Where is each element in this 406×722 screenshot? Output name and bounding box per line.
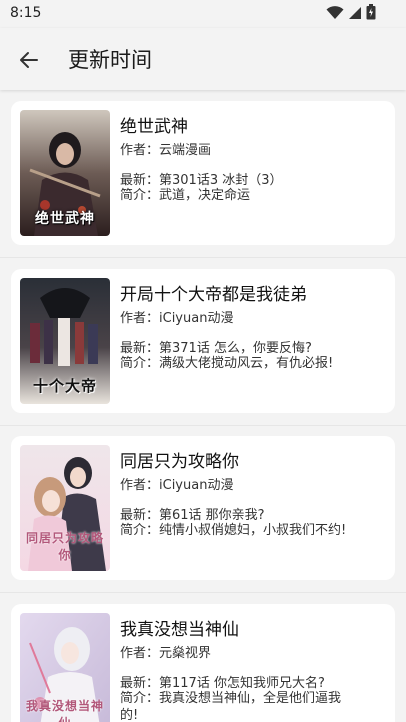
comic-latest: 最新：第117话 你怎知我师兄大名? xyxy=(120,676,325,691)
divider xyxy=(0,257,406,258)
comic-card[interactable]: 十个大帝 开局十个大帝都是我徒弟 作者：iCiyuan动漫 最新：第371话 怎… xyxy=(11,269,395,413)
divider xyxy=(0,592,406,593)
comic-author: 作者：元燊视界 xyxy=(120,646,212,661)
comic-title: 同居只为攻略你 xyxy=(120,452,239,472)
comic-summary: 简介：武道，决定命运 xyxy=(120,188,251,203)
comic-author: 作者：云端漫画 xyxy=(120,143,212,158)
cover-text: 同居只为攻略你 xyxy=(25,531,104,562)
comic-list: 绝世武神 绝世武神 作者：云端漫画 最新：第301话3 冰封（3） 简介：武道，… xyxy=(0,90,406,722)
comic-latest: 最新：第61话 那你亲我? xyxy=(120,508,265,523)
comic-author: 作者：iCiyuan动漫 xyxy=(120,478,234,493)
comic-title: 绝世武神 xyxy=(120,117,188,137)
comic-title: 我真没想当神仙 xyxy=(120,620,239,640)
comic-cover: 同居只为攻略你 xyxy=(20,445,110,571)
wifi-icon xyxy=(326,5,344,24)
status-bar: 8:15 xyxy=(0,0,406,28)
comic-summary: 简介：纯情小叔俏媳妇，小叔我们不约! xyxy=(120,523,347,538)
status-time: 8:15 xyxy=(10,5,42,21)
back-button[interactable] xyxy=(14,45,44,75)
cover-text: 十个大帝 xyxy=(32,377,97,395)
comic-card[interactable]: 绝世武神 绝世武神 作者：云端漫画 最新：第301话3 冰封（3） 简介：武道，… xyxy=(11,101,395,245)
comic-cover: 十个大帝 xyxy=(20,278,110,404)
app-bar: 更新时间 xyxy=(0,28,406,90)
comic-latest: 最新：第371话 怎么，你要反悔? xyxy=(120,341,312,356)
comic-card[interactable]: 我真没想当神仙 我真没想当神仙 作者：元燊视界 最新：第117话 你怎知我师兄大… xyxy=(11,604,395,722)
back-arrow-icon xyxy=(20,52,38,68)
comic-author: 作者：iCiyuan动漫 xyxy=(120,311,234,326)
comic-title: 开局十个大帝都是我徒弟 xyxy=(120,285,307,305)
divider xyxy=(0,425,406,426)
page-title: 更新时间 xyxy=(68,48,152,72)
status-icons xyxy=(326,4,376,24)
battery-icon xyxy=(366,4,376,24)
comic-cover: 我真没想当神仙 xyxy=(20,613,110,722)
comic-latest: 最新：第301话3 冰封（3） xyxy=(120,173,283,188)
cover-text: 我真没想当神仙 xyxy=(25,699,104,722)
comic-summary: 简介：满级大佬搅动风云，有仇必报! xyxy=(120,356,334,371)
comic-card[interactable]: 同居只为攻略你 同居只为攻略你 作者：iCiyuan动漫 最新：第61话 那你亲… xyxy=(11,436,395,580)
signal-icon xyxy=(348,5,362,24)
comic-summary: 简介：我真没想当神仙，全是他们逼我的! xyxy=(120,691,342,722)
cover-text: 绝世武神 xyxy=(35,211,95,227)
comic-cover: 绝世武神 xyxy=(20,110,110,236)
